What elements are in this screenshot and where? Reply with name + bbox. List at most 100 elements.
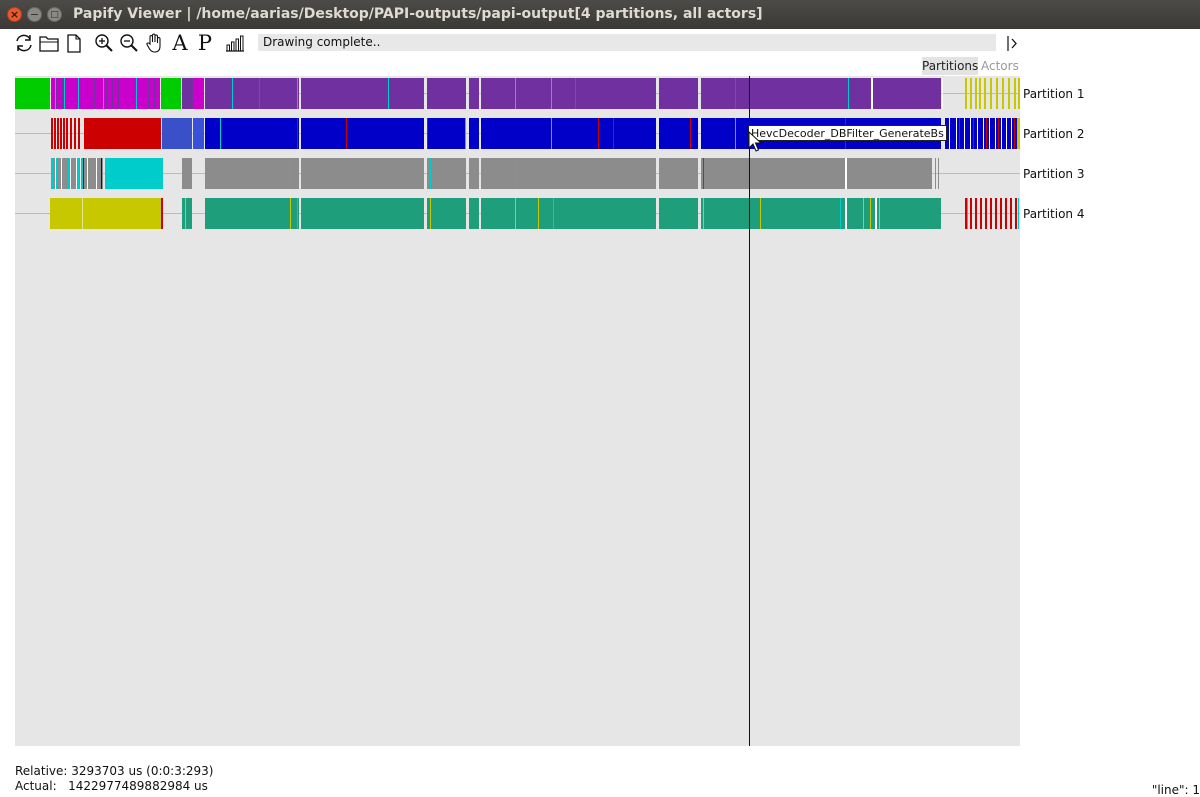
- actor-execution-tick[interactable]: [996, 78, 998, 109]
- actor-execution-segment[interactable]: [182, 198, 192, 229]
- actor-execution-tick[interactable]: [1010, 198, 1012, 229]
- actor-execution-segment[interactable]: [301, 198, 424, 229]
- window-maximize-button[interactable]: □: [47, 7, 62, 22]
- actor-execution-tick[interactable]: [970, 198, 972, 229]
- collapse-panel-button[interactable]: [1006, 32, 1020, 54]
- actor-execution-tick[interactable]: [81, 78, 82, 109]
- actor-execution-tick[interactable]: [82, 198, 83, 229]
- actor-execution-tick[interactable]: [938, 158, 939, 189]
- actor-execution-tick[interactable]: [613, 118, 614, 149]
- actor-execution-tick[interactable]: [848, 78, 849, 109]
- actor-execution-segment[interactable]: [193, 118, 204, 149]
- actor-execution-segment[interactable]: [15, 78, 50, 109]
- actor-execution-tick[interactable]: [735, 78, 736, 109]
- actor-execution-tick[interactable]: [232, 78, 233, 109]
- actor-execution-tick[interactable]: [1002, 78, 1004, 109]
- actor-execution-tick[interactable]: [985, 198, 987, 229]
- actor-execution-tick[interactable]: [1001, 118, 1002, 149]
- actor-execution-tick[interactable]: [70, 118, 72, 149]
- actor-execution-segment[interactable]: [659, 198, 698, 229]
- open-folder-icon[interactable]: [37, 31, 61, 55]
- actor-execution-tick[interactable]: [989, 118, 990, 149]
- actor-execution-tick[interactable]: [118, 78, 119, 109]
- actor-execution-tick[interactable]: [96, 158, 97, 189]
- actor-execution-tick[interactable]: [148, 78, 149, 109]
- actor-execution-tick[interactable]: [1014, 78, 1016, 109]
- actor-execution-tick[interactable]: [990, 78, 992, 109]
- actor-execution-tick[interactable]: [64, 78, 65, 109]
- actor-execution-tick[interactable]: [970, 118, 971, 149]
- actor-execution-tick[interactable]: [106, 78, 107, 109]
- actor-execution-tick[interactable]: [289, 158, 290, 189]
- actor-execution-segment[interactable]: [84, 118, 161, 149]
- actor-execution-tick[interactable]: [1008, 78, 1010, 109]
- actor-execution-tick[interactable]: [977, 118, 978, 149]
- actor-execution-segment[interactable]: [205, 198, 299, 229]
- actor-execution-tick[interactable]: [1015, 198, 1017, 229]
- actor-execution-tick[interactable]: [67, 78, 68, 109]
- actor-execution-segment[interactable]: [182, 78, 193, 109]
- actor-execution-tick[interactable]: [66, 118, 68, 149]
- actor-execution-tick[interactable]: [141, 78, 142, 109]
- actor-execution-segment[interactable]: [182, 158, 192, 189]
- actor-execution-tick[interactable]: [70, 158, 71, 189]
- actor-execution-segment[interactable]: [427, 158, 466, 189]
- partitions-toggle-icon[interactable]: P: [193, 31, 217, 55]
- actor-execution-segment[interactable]: [427, 118, 466, 149]
- actor-execution-tick[interactable]: [975, 198, 977, 229]
- actor-execution-segment[interactable]: [301, 118, 424, 149]
- actor-execution-tick[interactable]: [986, 118, 987, 149]
- actor-execution-segment[interactable]: [659, 158, 698, 189]
- actor-execution-tick[interactable]: [53, 78, 54, 109]
- actor-execution-tick[interactable]: [101, 158, 102, 189]
- actor-execution-tick[interactable]: [161, 198, 163, 229]
- actor-execution-tick[interactable]: [840, 198, 841, 229]
- refresh-icon[interactable]: [12, 31, 36, 55]
- actor-execution-tick[interactable]: [427, 118, 428, 149]
- gap[interactable]: [875, 198, 877, 229]
- actor-execution-tick[interactable]: [735, 118, 736, 149]
- actor-execution-tick[interactable]: [1005, 198, 1007, 229]
- actor-execution-segment[interactable]: [469, 78, 479, 109]
- actor-execution-tick[interactable]: [979, 78, 981, 109]
- actor-execution-tick[interactable]: [59, 78, 60, 109]
- actor-execution-segment[interactable]: [701, 198, 941, 229]
- actors-toggle-icon[interactable]: A: [168, 31, 192, 55]
- actor-execution-segment[interactable]: [701, 78, 941, 109]
- actor-execution-segment[interactable]: [193, 78, 204, 109]
- actor-execution-tick[interactable]: [863, 198, 864, 229]
- actor-execution-tick[interactable]: [54, 118, 56, 149]
- actor-execution-tick[interactable]: [71, 78, 72, 109]
- actor-execution-tick[interactable]: [73, 158, 74, 189]
- actor-execution-tick[interactable]: [63, 158, 64, 189]
- actor-execution-tick[interactable]: [55, 78, 56, 109]
- actor-execution-tick[interactable]: [1011, 118, 1012, 149]
- actor-execution-tick[interactable]: [956, 118, 957, 149]
- actor-execution-tick[interactable]: [74, 118, 76, 149]
- actor-execution-tick[interactable]: [87, 158, 88, 189]
- actor-execution-segment[interactable]: [427, 78, 466, 109]
- actor-execution-tick[interactable]: [51, 118, 53, 149]
- actor-execution-tick[interactable]: [598, 118, 599, 149]
- gap[interactable]: [871, 78, 873, 109]
- tab-actors[interactable]: Actors: [981, 57, 1021, 75]
- actor-execution-segment[interactable]: [1018, 78, 1020, 109]
- actor-execution-segment[interactable]: [1017, 118, 1020, 149]
- actor-execution-tick[interactable]: [553, 198, 554, 229]
- gap[interactable]: [845, 198, 847, 229]
- actor-execution-tick[interactable]: [60, 118, 62, 149]
- actor-execution-tick[interactable]: [63, 118, 65, 149]
- actor-execution-segment[interactable]: [659, 78, 698, 109]
- actor-execution-tick[interactable]: [103, 78, 104, 109]
- actor-execution-tick[interactable]: [290, 198, 291, 229]
- actor-execution-tick[interactable]: [297, 78, 298, 109]
- actor-execution-tick[interactable]: [76, 158, 77, 189]
- actor-execution-tick[interactable]: [949, 118, 950, 149]
- actor-execution-tick[interactable]: [998, 118, 999, 149]
- actor-execution-tick[interactable]: [185, 198, 186, 229]
- actor-execution-tick[interactable]: [94, 78, 95, 109]
- actor-execution-tick[interactable]: [87, 78, 88, 109]
- window-close-button[interactable]: ×: [7, 7, 22, 22]
- actor-execution-tick[interactable]: [59, 158, 60, 189]
- actor-execution-tick[interactable]: [388, 78, 389, 109]
